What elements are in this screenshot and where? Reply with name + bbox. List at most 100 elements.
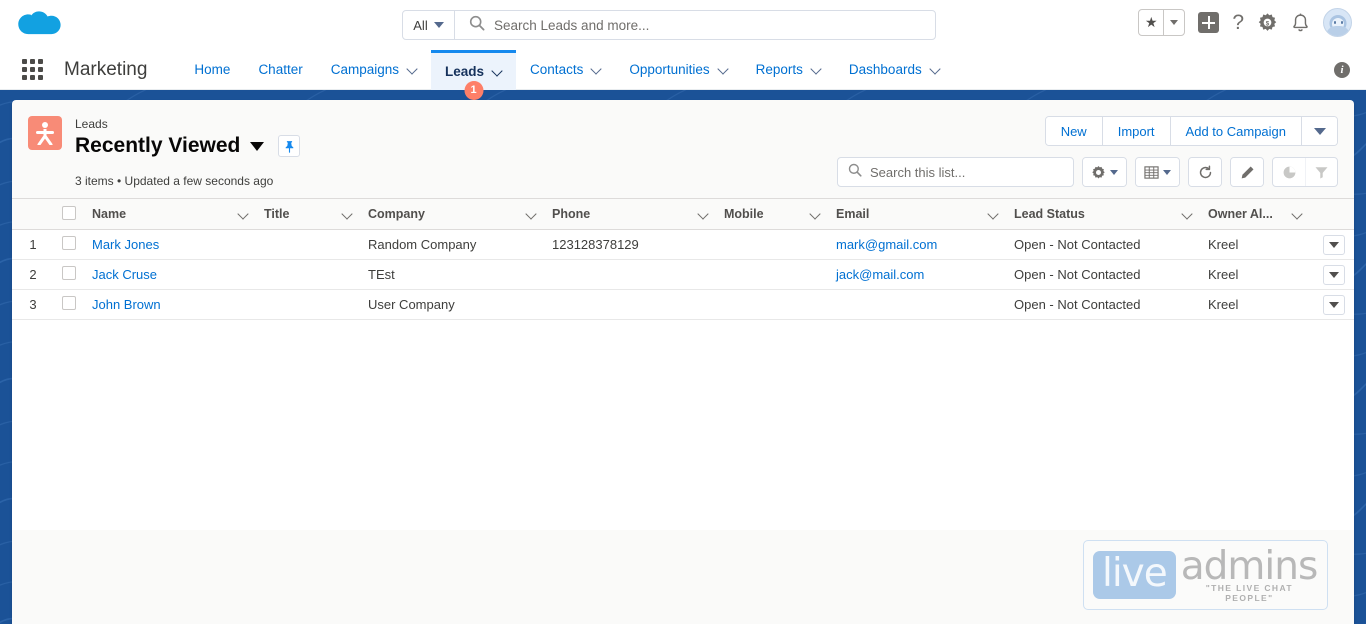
global-search-box[interactable]: All xyxy=(402,10,936,40)
cell-title xyxy=(256,259,360,290)
leads-object-icon xyxy=(28,116,62,150)
row-actions-button[interactable] xyxy=(1323,294,1345,315)
row-actions-button[interactable] xyxy=(1323,264,1345,285)
nav-tab-list: Home Chatter Campaigns Leads 1 Contacts Opport… xyxy=(180,49,954,100)
lead-name-link[interactable]: John Brown xyxy=(92,297,161,312)
chevron-down-icon[interactable] xyxy=(1182,209,1192,219)
chevron-down-icon[interactable] xyxy=(810,209,820,219)
row-checkbox[interactable] xyxy=(62,296,76,310)
column-header-mobile[interactable]: Mobile xyxy=(716,198,828,230)
global-search-input[interactable] xyxy=(494,11,935,39)
column-header-lead-status[interactable]: Lead Status xyxy=(1006,198,1200,230)
list-search-input[interactable] xyxy=(870,164,1063,180)
nav-tab-dashboards[interactable]: Dashboards xyxy=(835,50,954,90)
table-header-row: Name Title Company Phone Mobile Email Lead Sta… xyxy=(12,198,1354,230)
help-icon[interactable]: ? xyxy=(1232,12,1244,33)
filter-icon[interactable] xyxy=(1305,158,1337,186)
list-view-title: Recently Viewed xyxy=(75,134,241,157)
display-as-table-icon[interactable] xyxy=(1136,158,1179,186)
list-view-controls-gear-icon[interactable] xyxy=(1083,158,1126,186)
edit-pencil-icon[interactable] xyxy=(1231,158,1263,186)
pin-icon[interactable] xyxy=(278,135,301,157)
search-icon xyxy=(848,163,862,182)
favorites-caret-icon[interactable] xyxy=(1164,10,1184,35)
column-header-name[interactable]: Name xyxy=(84,198,256,230)
cell-email xyxy=(828,289,1006,320)
chevron-down-icon[interactable] xyxy=(698,209,708,219)
add-to-campaign-button[interactable]: Add to Campaign xyxy=(1170,117,1302,145)
table-row[interactable]: 3 John Brown User Company Open - Not Contac… xyxy=(12,289,1354,320)
row-number: 1 xyxy=(12,229,54,260)
column-header-title[interactable]: Title xyxy=(256,198,360,230)
chevron-down-icon[interactable] xyxy=(238,209,248,219)
nav-tab-label: Chatter xyxy=(258,62,303,77)
chevron-down-icon[interactable] xyxy=(592,65,601,74)
list-search-box[interactable] xyxy=(837,157,1074,187)
nav-tab-reports[interactable]: Reports xyxy=(742,50,835,90)
nav-tab-label: Opportunities xyxy=(629,62,710,77)
nav-tab-home[interactable]: Home xyxy=(180,50,244,90)
row-checkbox[interactable] xyxy=(62,266,76,280)
search-scope-selector[interactable]: All xyxy=(403,11,455,39)
chevron-down-icon[interactable] xyxy=(526,209,536,219)
chart-icon[interactable] xyxy=(1273,158,1305,186)
import-button[interactable]: Import xyxy=(1102,117,1171,145)
table-row[interactable]: 1 Mark Jones Random Company 123128378129 mar… xyxy=(12,229,1354,260)
refresh-icon[interactable] xyxy=(1189,158,1221,186)
nav-tab-campaigns[interactable]: Campaigns xyxy=(317,50,431,90)
nav-tab-opportunities[interactable]: Opportunities xyxy=(615,50,741,90)
chevron-down-icon[interactable] xyxy=(493,67,502,76)
column-header-label: Company xyxy=(368,207,425,221)
chevron-down-icon[interactable] xyxy=(931,65,940,74)
row-checkbox[interactable] xyxy=(62,236,76,250)
list-view-caret-down-icon[interactable] xyxy=(250,141,265,151)
app-launcher-grid-icon[interactable] xyxy=(22,58,48,81)
row-select-cell xyxy=(54,259,84,290)
row-actions-button[interactable] xyxy=(1323,234,1345,255)
new-button[interactable]: New xyxy=(1045,117,1103,145)
cell-company: User Company xyxy=(360,289,544,320)
app-name-label: Marketing xyxy=(64,58,148,80)
lead-name-link[interactable]: Mark Jones xyxy=(92,237,159,252)
cell-phone xyxy=(544,259,716,290)
favorites-group: ★ xyxy=(1138,9,1186,36)
chevron-down-icon[interactable] xyxy=(408,65,417,74)
nav-tab-leads[interactable]: Leads 1 xyxy=(431,49,517,100)
lead-name-link[interactable]: Jack Cruse xyxy=(92,267,157,282)
add-icon[interactable] xyxy=(1198,12,1220,33)
nav-tab-chatter[interactable]: Chatter xyxy=(244,50,316,90)
column-header-company[interactable]: Company xyxy=(360,198,544,230)
column-header-phone[interactable]: Phone xyxy=(544,198,716,230)
cell-lead-status: Open - Not Contacted xyxy=(1006,259,1200,290)
list-header-actions: New Import Add to Campaign xyxy=(1044,116,1338,146)
notifications-bell-icon[interactable] xyxy=(1291,13,1310,33)
lead-email-link[interactable]: mark@gmail.com xyxy=(836,237,937,252)
cell-company: Random Company xyxy=(360,229,544,260)
chevron-down-icon[interactable] xyxy=(719,65,728,74)
chevron-down-icon[interactable] xyxy=(988,209,998,219)
caret-down-icon xyxy=(433,22,444,28)
select-all-checkbox[interactable] xyxy=(62,205,76,220)
favorites-star-icon[interactable]: ★ xyxy=(1139,10,1165,35)
cell-name: John Brown xyxy=(84,289,256,320)
list-view-header: Leads Recently Viewed 3 items • Updated … xyxy=(12,100,1354,198)
chevron-down-icon[interactable] xyxy=(342,209,352,219)
column-header-email[interactable]: Email xyxy=(828,198,1006,230)
cell-phone: 123128378129 xyxy=(544,229,716,260)
more-actions-button[interactable] xyxy=(1302,117,1337,145)
column-header-owner-al[interactable]: Owner Al... xyxy=(1200,198,1310,230)
svg-text:$: $ xyxy=(1266,20,1270,27)
info-icon[interactable]: i xyxy=(1334,62,1350,78)
leads-table: Name Title Company Phone Mobile Email Lead Sta… xyxy=(12,198,1354,320)
chevron-down-icon[interactable] xyxy=(812,65,821,74)
chevron-down-icon[interactable] xyxy=(1292,209,1302,219)
table-row[interactable]: 2 Jack Cruse TEst jack@mail.com Open - Not C… xyxy=(12,259,1354,290)
nav-tab-contacts[interactable]: Contacts xyxy=(516,50,615,90)
user-avatar[interactable] xyxy=(1323,8,1352,37)
row-actions-header xyxy=(1310,198,1354,230)
refresh-group xyxy=(1188,157,1222,187)
salesforce-cloud-icon[interactable] xyxy=(16,8,62,41)
lead-email-link[interactable]: jack@mail.com xyxy=(836,267,924,282)
setup-gear-icon[interactable]: $ xyxy=(1257,12,1278,33)
row-number: 3 xyxy=(12,289,54,320)
